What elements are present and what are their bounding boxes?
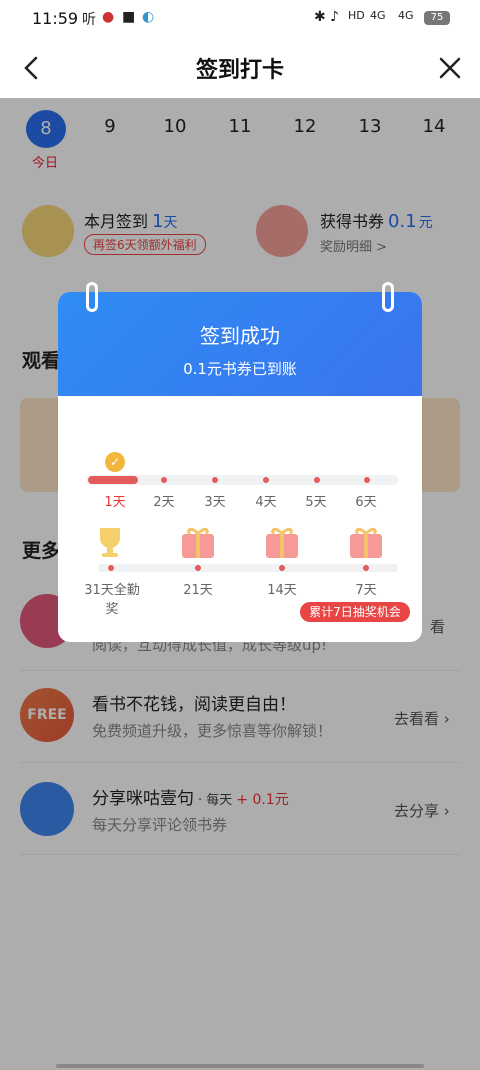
page-title: 签到打卡 bbox=[195, 58, 284, 83]
hd-icon: HD bbox=[348, 9, 365, 22]
app-icon: ● bbox=[102, 9, 115, 25]
modal-title: 签到成功 bbox=[200, 324, 280, 348]
modal-subtitle: 0.1元书券已到账 bbox=[183, 360, 297, 378]
day-label: 31天全勤奖 bbox=[84, 583, 140, 617]
gift-icon bbox=[264, 526, 300, 558]
day-label: 5天 bbox=[305, 495, 327, 510]
progress-dot bbox=[263, 477, 269, 483]
close-icon[interactable] bbox=[436, 54, 464, 82]
progress-fill bbox=[88, 476, 138, 484]
progress-dot bbox=[161, 477, 167, 483]
battery-icon: 75 bbox=[424, 11, 450, 25]
progress-dot bbox=[108, 565, 114, 571]
check-icon: ✓ bbox=[105, 452, 125, 472]
home-indicator bbox=[56, 1064, 424, 1068]
progress-dot bbox=[364, 477, 370, 483]
day-label: 7天 bbox=[355, 583, 377, 598]
app-icon: ◐ bbox=[142, 9, 155, 25]
app-icon: 听 bbox=[82, 12, 96, 28]
day-label: 6天 bbox=[355, 495, 377, 510]
progress-track bbox=[98, 564, 398, 572]
trophy-icon bbox=[92, 524, 128, 560]
progress-dot bbox=[212, 477, 218, 483]
day-label: 4天 bbox=[255, 495, 277, 510]
checkin-success-modal: 签到成功 0.1元书券已到账 ✓ 1天 2天 3天 4天 5天 6天 31天全勤… bbox=[58, 282, 422, 642]
day-label: 1天 bbox=[104, 495, 126, 510]
progress-dot bbox=[314, 477, 320, 483]
signal-icon: 4G bbox=[370, 9, 386, 22]
top-bar: 签到打卡 bbox=[0, 36, 480, 98]
gift-icon bbox=[348, 526, 384, 558]
lottery-badge[interactable]: 累计7日抽奖机会 bbox=[300, 602, 410, 622]
mute-icon: ♪ bbox=[330, 9, 339, 25]
progress-dot bbox=[195, 565, 201, 571]
progress-dot bbox=[279, 565, 285, 571]
status-time: 11:59 bbox=[32, 9, 79, 28]
modal-header: 签到成功 0.1元书券已到账 bbox=[58, 292, 422, 396]
binder-ring-icon bbox=[382, 282, 394, 312]
progress-dot bbox=[363, 565, 369, 571]
day-label: 2天 bbox=[153, 495, 175, 510]
day-label: 14天 bbox=[267, 583, 297, 598]
bluetooth-icon: ✱ bbox=[314, 9, 326, 25]
app-icon: ■ bbox=[122, 9, 136, 25]
day-label: 3天 bbox=[204, 495, 226, 510]
signal-icon: 4G bbox=[398, 9, 414, 22]
gift-icon bbox=[180, 526, 216, 558]
binder-ring-icon bbox=[86, 282, 98, 312]
status-bar: 11:59 听 ● ■ ◐ ✱ ♪ HD 4G 4G 75 bbox=[0, 0, 480, 36]
day-label: 21天 bbox=[183, 583, 213, 598]
